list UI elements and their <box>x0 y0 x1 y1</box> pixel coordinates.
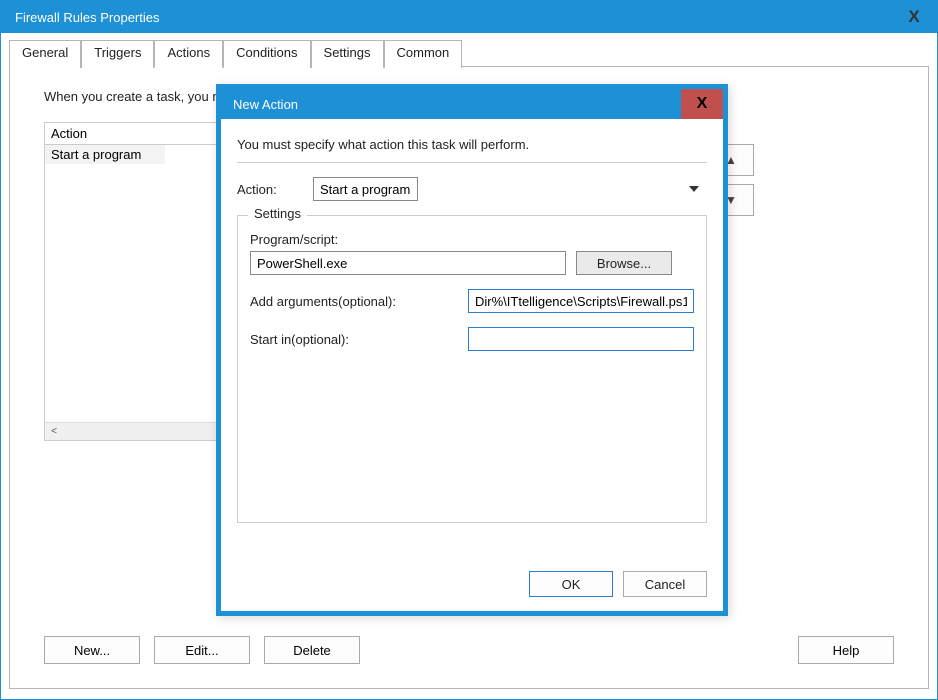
divider <box>237 162 707 163</box>
arguments-label: Add arguments(optional): <box>250 294 396 309</box>
list-item-label: Start a program <box>51 147 141 162</box>
button-label: Delete <box>293 643 331 658</box>
outer-titlebar: Firewall Rules Properties X <box>1 1 937 33</box>
button-label: Browse... <box>597 256 651 271</box>
tab-label: Actions <box>167 45 210 60</box>
list-item[interactable]: Start a program <box>45 145 165 164</box>
modal-close-button[interactable]: X <box>681 89 723 119</box>
tab-triggers[interactable]: Triggers <box>81 40 154 68</box>
action-label: Action: <box>237 182 313 197</box>
delete-button[interactable]: Delete <box>264 636 360 664</box>
startin-label: Start in(optional): <box>250 332 349 347</box>
close-icon: X <box>908 7 919 27</box>
modal-footer: OK Cancel <box>529 571 707 597</box>
tab-actions[interactable]: Actions <box>154 40 223 68</box>
tab-label: Common <box>397 45 450 60</box>
program-row: Browse... <box>250 251 694 275</box>
button-label: Cancel <box>645 577 685 592</box>
tab-general[interactable]: General <box>9 40 81 68</box>
program-label: Program/script: <box>250 232 694 247</box>
startin-row: Start in(optional): <box>250 327 694 351</box>
startin-input[interactable] <box>468 327 694 351</box>
tab-label: Settings <box>324 45 371 60</box>
action-select[interactable]: Start a program <box>313 177 418 201</box>
scroll-left-icon[interactable]: < <box>45 423 63 441</box>
bottom-buttons: New... Edit... Delete <box>44 636 360 664</box>
arguments-input[interactable] <box>468 289 694 313</box>
new-action-dialog: New Action X You must specify what actio… <box>216 84 728 616</box>
close-icon: X <box>697 95 708 113</box>
program-input[interactable] <box>250 251 566 275</box>
action-select-wrap: Start a program <box>313 177 707 201</box>
tab-label: Triggers <box>94 45 141 60</box>
modal-instruction: You must specify what action this task w… <box>237 137 707 152</box>
tab-label: General <box>22 45 68 60</box>
button-label: Help <box>833 643 860 658</box>
modal-title: New Action <box>233 97 298 112</box>
new-button[interactable]: New... <box>44 636 140 664</box>
tab-common[interactable]: Common <box>384 40 463 68</box>
tab-strip: General Triggers Actions Conditions Sett… <box>9 39 929 67</box>
column-header-action: Action <box>51 126 87 141</box>
arguments-row: Add arguments(optional): <box>250 289 694 313</box>
outer-title: Firewall Rules Properties <box>15 10 160 25</box>
button-label: Edit... <box>185 643 218 658</box>
action-row: Action: Start a program <box>237 177 707 201</box>
tab-settings[interactable]: Settings <box>311 40 384 68</box>
help-button[interactable]: Help <box>798 636 894 664</box>
ok-button[interactable]: OK <box>529 571 613 597</box>
tab-label: Conditions <box>236 45 297 60</box>
outer-close-button[interactable]: X <box>891 1 937 33</box>
modal-titlebar: New Action X <box>221 89 723 119</box>
fieldset-legend: Settings <box>248 206 307 221</box>
settings-fieldset: Settings Program/script: Browse... Add a… <box>237 215 707 523</box>
edit-button[interactable]: Edit... <box>154 636 250 664</box>
button-label: OK <box>562 577 581 592</box>
cancel-button[interactable]: Cancel <box>623 571 707 597</box>
tab-conditions[interactable]: Conditions <box>223 40 310 68</box>
button-label: New... <box>74 643 110 658</box>
browse-button[interactable]: Browse... <box>576 251 672 275</box>
modal-body: You must specify what action this task w… <box>221 119 723 523</box>
